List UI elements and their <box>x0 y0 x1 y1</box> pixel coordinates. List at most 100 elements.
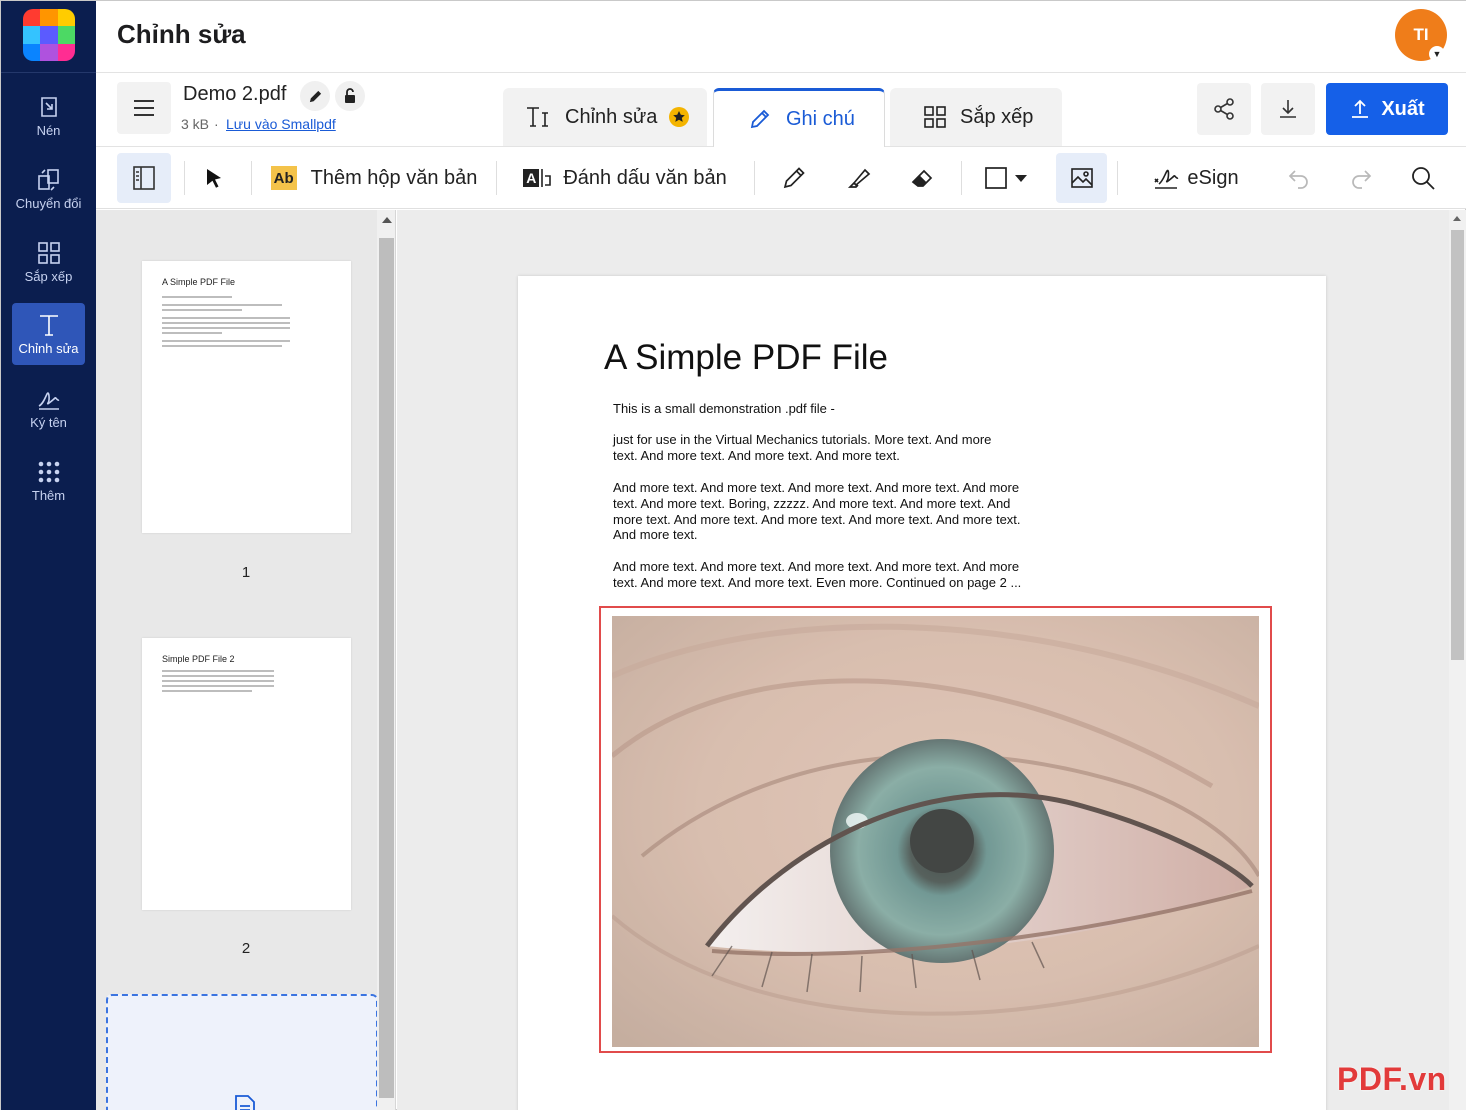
image-icon <box>1070 168 1093 188</box>
page-thumbnail-2[interactable]: Simple PDF File 2 <box>142 638 351 910</box>
esign-tool[interactable]: eSign <box>1146 153 1246 203</box>
file-size: 3 kB <box>181 116 210 132</box>
document-paragraph[interactable]: just for use in the Virtual Mechanics tu… <box>613 432 1013 464</box>
tab-edit[interactable]: Chỉnh sửa <box>503 88 707 146</box>
sidebar-panel-icon <box>133 166 155 190</box>
upload-icon <box>1352 99 1369 118</box>
image-tool[interactable] <box>1056 153 1107 203</box>
page-title: Chỉnh sửa <box>117 19 246 49</box>
share-button[interactable] <box>1197 83 1251 135</box>
document-paragraph[interactable]: This is a small demonstration .pdf file … <box>613 401 1043 417</box>
toggle-thumbnails-button[interactable] <box>117 153 171 203</box>
redo-button[interactable] <box>1336 153 1386 203</box>
save-to-smallpdf-link[interactable]: Lưu vào Smallpdf <box>226 116 336 132</box>
search-icon <box>1412 167 1435 190</box>
rectangle-icon <box>985 167 1007 189</box>
thumbnail-title: A Simple PDF File <box>162 277 236 287</box>
download-button[interactable] <box>1261 83 1315 135</box>
page-thumbnails-panel: A Simple PDF File 1 Simple PDF File 2 2 <box>96 210 396 1110</box>
caret-down-icon <box>1015 175 1027 182</box>
sidebar-item-more[interactable]: Thêm <box>12 450 85 512</box>
add-page-dropzone[interactable] <box>106 994 378 1110</box>
eraser-icon <box>911 169 933 187</box>
undo-button[interactable] <box>1274 153 1324 203</box>
lock-button[interactable] <box>335 81 365 111</box>
app-window: Nén Chuyển đổi Sắp xếp Chỉnh sửa Ký tên … <box>0 0 1466 1110</box>
undo-icon <box>1288 170 1308 189</box>
annotation-toolbar: Ab Thêm hộp văn bản A Đánh dấu văn bản e… <box>96 147 1466 209</box>
dots-grid-icon <box>38 461 59 483</box>
sidebar-item-label: Sắp xếp <box>24 269 73 284</box>
eye-photo-image[interactable] <box>612 616 1259 1047</box>
document-paragraph[interactable]: And more text. And more text. And more t… <box>613 559 1038 591</box>
left-sidebar: Nén Chuyển đổi Sắp xếp Chỉnh sửa Ký tên … <box>1 1 96 1110</box>
cursor-arrow-icon <box>207 169 221 188</box>
add-textbox-tool[interactable]: Ab Thêm hộp văn bản <box>266 153 482 203</box>
highlight-text-label: Đánh dấu văn bản <box>563 166 727 189</box>
chevron-down-icon[interactable]: ▼ <box>1429 46 1445 62</box>
highlight-text-tool[interactable]: A Đánh dấu văn bản <box>522 153 728 203</box>
highlight-text-icon: A <box>523 167 553 189</box>
shape-tool-dropdown[interactable] <box>976 153 1036 203</box>
add-textbox-label: Thêm hộp văn bản <box>310 166 478 189</box>
separator-dot: · <box>214 116 219 132</box>
hamburger-icon <box>134 100 154 116</box>
export-button[interactable]: Xuất <box>1326 83 1448 135</box>
sidebar-item-compress[interactable]: Nén <box>12 85 85 147</box>
tab-label: Ghi chú <box>786 107 855 130</box>
sidebar-item-label: Chuyển đổi <box>15 196 82 211</box>
pencil-tool[interactable] <box>769 153 819 203</box>
top-bar: Chỉnh sửa TI ▼ <box>96 1 1466 73</box>
select-tool[interactable] <box>189 153 239 203</box>
document-canvas: A Simple PDF File This is a small demons… <box>397 210 1449 1110</box>
unlock-icon <box>345 88 355 103</box>
textbox-icon: Ab <box>270 166 297 190</box>
document-paragraph[interactable]: And more text. And more text. And more t… <box>613 480 1043 543</box>
document-icon <box>235 1095 255 1110</box>
sidebar-item-organize[interactable]: Sắp xếp <box>12 231 85 293</box>
pencil-icon <box>783 167 805 189</box>
pdfvn-watermark: PDF.vn <box>1337 1061 1447 1097</box>
sidebar-item-convert[interactable]: Chuyển đổi <box>12 158 85 220</box>
compress-icon <box>40 97 57 117</box>
sidebar-item-sign[interactable]: Ký tên <box>12 377 85 439</box>
sidebar-item-label: Nén <box>36 123 61 138</box>
text-cursor-icon <box>527 107 548 127</box>
sidebar-item-label: Chỉnh sửa <box>18 341 79 356</box>
rename-button[interactable] <box>300 81 330 111</box>
page-number: 2 <box>241 940 251 957</box>
document-scrollbar[interactable] <box>1449 210 1466 1110</box>
redo-icon <box>1352 170 1372 189</box>
sidebar-item-edit[interactable]: Chỉnh sửa <box>12 303 85 365</box>
grid-icon <box>924 106 946 128</box>
esign-label: eSign <box>1187 166 1239 189</box>
grid-icon <box>37 242 60 264</box>
text-edit-icon <box>39 315 58 336</box>
tab-annotate[interactable]: Ghi chú <box>713 88 885 147</box>
page-number: 1 <box>241 564 251 581</box>
tab-organize[interactable]: Sắp xếp <box>890 88 1062 146</box>
sidebar-item-label: Ký tên <box>30 415 67 430</box>
highlighter-tool[interactable] <box>834 153 884 203</box>
download-icon <box>1280 100 1296 118</box>
selected-image-frame[interactable] <box>599 606 1272 1053</box>
pdf-page: A Simple PDF File This is a small demons… <box>518 276 1326 1110</box>
file-name: Demo 2.pdf <box>183 83 287 105</box>
eraser-tool[interactable] <box>898 153 948 203</box>
export-label: Xuất <box>1381 97 1425 120</box>
premium-star-icon <box>669 107 690 127</box>
menu-button[interactable] <box>117 82 171 134</box>
rail-divider <box>1 72 96 73</box>
thumbnails-scrollbar[interactable] <box>377 210 395 1110</box>
convert-icon <box>37 169 59 191</box>
signature-icon <box>1154 169 1179 189</box>
tab-label: Sắp xếp <box>960 105 1034 128</box>
pencil-icon <box>309 90 321 102</box>
highlighter-icon <box>847 168 871 188</box>
page-thumbnail-1[interactable]: A Simple PDF File <box>142 261 351 533</box>
search-button[interactable] <box>1398 153 1448 203</box>
sidebar-item-label: Thêm <box>31 488 66 503</box>
document-title[interactable]: A Simple PDF File <box>604 338 888 378</box>
smallpdf-logo[interactable] <box>23 9 75 61</box>
signature-icon <box>38 392 59 410</box>
